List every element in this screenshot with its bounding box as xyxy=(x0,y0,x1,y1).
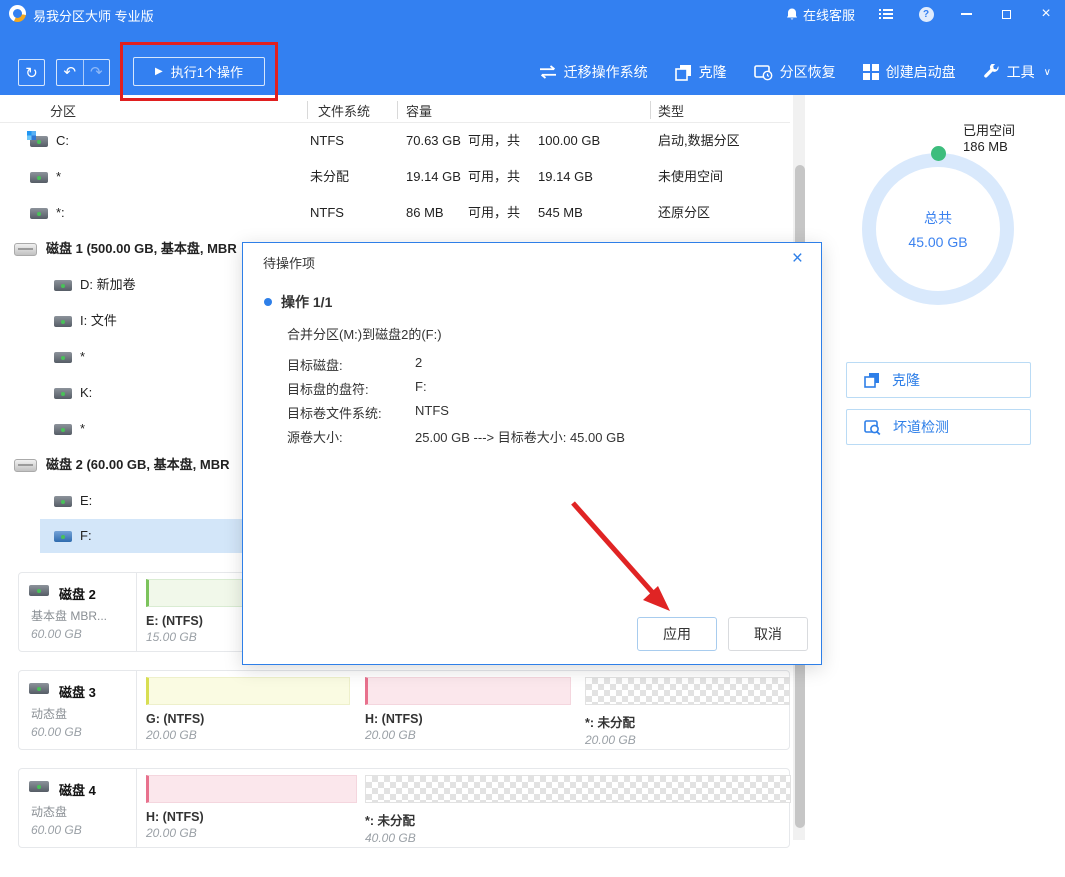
operation-description: 合并分区(M:)到磁盘2的(F:) xyxy=(287,324,442,343)
refresh-button[interactable]: ↻ xyxy=(18,59,45,86)
redo-button[interactable]: ↷ xyxy=(83,60,109,85)
close-button[interactable]: × xyxy=(1037,5,1055,23)
wrench-icon xyxy=(983,64,1000,81)
disk-icon xyxy=(29,781,49,792)
refresh-icon: ↻ xyxy=(25,64,38,82)
partition-recovery-button[interactable]: 分区恢复 xyxy=(754,62,836,82)
dialog-close-icon[interactable]: × xyxy=(792,249,803,268)
partition-block[interactable]: H: (NTFS) 20.00 GB xyxy=(146,775,357,840)
cancel-button[interactable]: 取消 xyxy=(728,617,808,651)
disk-icon xyxy=(29,585,49,596)
field-label: 目标盘的盘符: xyxy=(287,379,369,398)
field-value: NTFS xyxy=(415,403,449,418)
apply-button[interactable]: 应用 xyxy=(637,617,717,651)
operation-bullet xyxy=(264,298,272,306)
menu-icon[interactable] xyxy=(877,5,895,23)
partition-block[interactable]: H: (NTFS) 20.00 GB xyxy=(365,677,571,742)
undo-redo-group: ↶ ↷ xyxy=(56,59,110,86)
table-header: 分区 文件系统 容量 类型 xyxy=(0,95,790,123)
online-support-label: 在线客服 xyxy=(803,5,855,24)
disk-icon xyxy=(14,459,37,472)
surface-test-icon xyxy=(864,419,881,436)
migrate-os-button[interactable]: 迁移操作系统 xyxy=(539,62,648,82)
help-button[interactable]: ? xyxy=(917,5,935,23)
field-value: F: xyxy=(415,379,427,394)
table-row[interactable]: *: NTFS 86 MB 可用，共 545 MB 还原分区 xyxy=(0,195,790,231)
partition-block[interactable]: *: 未分配 40.00 GB xyxy=(365,775,791,845)
app-title: 易我分区大师 专业版 xyxy=(33,6,154,25)
app-logo-icon xyxy=(9,5,26,22)
minimize-button[interactable] xyxy=(957,5,975,23)
bell-icon xyxy=(786,8,798,21)
table-row[interactable]: C: NTFS 70.63 GB 可用，共 100.00 GB 启动,数据分区 xyxy=(0,123,790,159)
annotation-red-box xyxy=(120,42,278,101)
system-partition-icon xyxy=(30,136,48,147)
disk-card-4: 磁盘 4 动态盘 60.00 GB H: (NTFS) 20.00 GB *: … xyxy=(18,768,790,848)
maximize-button[interactable] xyxy=(997,5,1015,23)
partition-icon xyxy=(54,388,72,399)
disk-card-info: 磁盘 3 动态盘 60.00 GB xyxy=(19,671,137,749)
disk-card-3: 磁盘 3 动态盘 60.00 GB G: (NTFS) 20.00 GB H: … xyxy=(18,670,790,750)
used-space-label: 已用空间 xyxy=(963,120,1015,139)
partition-block[interactable]: *: 未分配 20.00 GB xyxy=(585,677,790,747)
partition-icon xyxy=(30,172,48,183)
titlebar: 易我分区大师 专业版 在线客服 ? × xyxy=(0,0,1065,28)
partition-icon xyxy=(30,208,48,219)
field-label: 源卷大小: xyxy=(287,427,343,446)
minimize-icon xyxy=(961,13,972,15)
tools-button[interactable]: 工具 ∨ xyxy=(983,62,1051,82)
partition-bar[interactable] xyxy=(146,677,350,705)
surface-test-button[interactable]: 坏道检测 xyxy=(846,409,1031,445)
col-partition: 分区 xyxy=(50,101,76,120)
partition-recovery-icon xyxy=(754,64,773,81)
partition-icon xyxy=(54,424,72,435)
create-boot-disk-button[interactable]: 创建启动盘 xyxy=(863,62,956,82)
partition-bar[interactable] xyxy=(365,677,571,705)
annotation-arrow xyxy=(555,495,685,620)
app-window: 易我分区大师 专业版 在线客服 ? × ↻ ↶ ↷ ▶ 执行1个操作 xyxy=(0,0,1065,877)
disk-card-info: 磁盘 4 动态盘 60.00 GB xyxy=(19,769,137,847)
disk-icon xyxy=(29,683,49,694)
partition-icon xyxy=(54,316,72,327)
detail-panel: 已用空间 186 MB 总共 45.00 GB 克隆 坏道检测 xyxy=(805,95,1065,877)
disk-card-info: 磁盘 2 基本盘 MBR... 60.00 GB xyxy=(19,573,137,651)
disk-icon xyxy=(14,243,37,256)
field-label: 目标磁盘: xyxy=(287,355,343,374)
donut-center-text: 总共 45.00 GB xyxy=(862,208,1014,250)
clone-icon xyxy=(675,64,692,81)
partition-bar-unallocated[interactable] xyxy=(365,775,791,803)
help-icon: ? xyxy=(919,7,934,22)
partition-icon xyxy=(54,280,72,291)
used-space-value: 186 MB xyxy=(963,139,1008,154)
pending-operations-dialog: 待操作项 × 操作 1/1 合并分区(M:)到磁盘2的(F:) 目标磁盘: 2 … xyxy=(242,242,822,665)
maximize-icon xyxy=(1002,10,1011,19)
clone-button[interactable]: 克隆 xyxy=(675,62,727,82)
field-value: 25.00 GB ---> 目标卷大小: 45.00 GB xyxy=(415,427,625,446)
partition-icon xyxy=(54,496,72,507)
chevron-down-icon: ∨ xyxy=(1044,67,1051,78)
dialog-title: 待操作项 xyxy=(263,253,315,272)
migrate-os-icon xyxy=(539,65,557,79)
partition-icon xyxy=(54,352,72,363)
table-row[interactable]: * 未分配 19.14 GB 可用，共 19.14 GB 未使用空间 xyxy=(0,159,790,195)
partition-block[interactable]: G: (NTFS) 20.00 GB xyxy=(146,677,350,742)
operation-title: 操作 1/1 xyxy=(281,292,332,312)
partition-bar-unallocated[interactable] xyxy=(585,677,790,705)
col-capacity: 容量 xyxy=(406,101,432,120)
online-support-button[interactable]: 在线客服 xyxy=(786,5,855,24)
col-filesystem: 文件系统 xyxy=(318,101,370,120)
field-label: 目标卷文件系统: xyxy=(287,403,382,422)
clone-panel-button[interactable]: 克隆 xyxy=(846,362,1031,398)
undo-button[interactable]: ↶ xyxy=(57,60,83,85)
field-value: 2 xyxy=(415,355,422,370)
partition-bar[interactable] xyxy=(146,775,357,803)
clone-icon xyxy=(864,372,880,388)
partition-icon xyxy=(54,531,72,542)
col-type: 类型 xyxy=(658,101,684,120)
used-space-dot xyxy=(931,146,946,161)
boot-disk-icon xyxy=(863,64,879,80)
